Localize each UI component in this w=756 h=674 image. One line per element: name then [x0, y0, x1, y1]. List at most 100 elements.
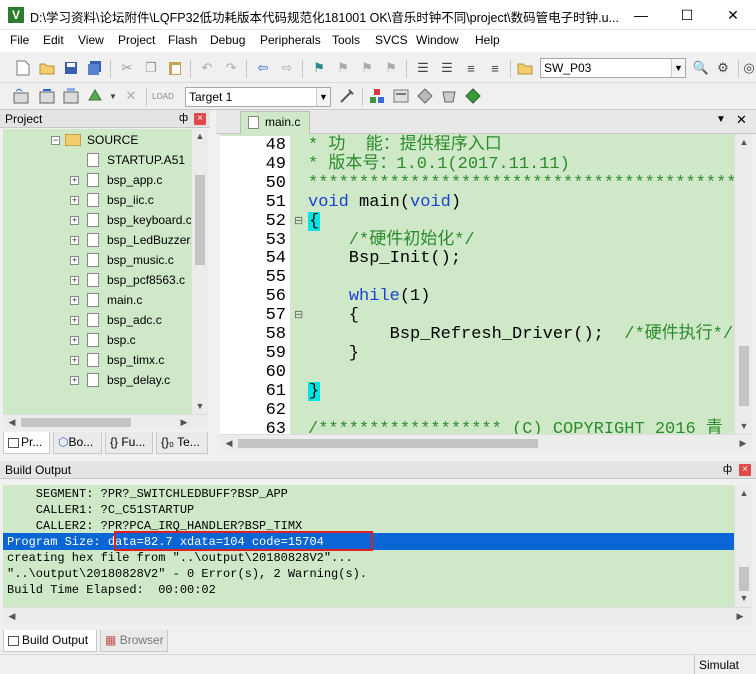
- tree-file-item[interactable]: + main.c: [3, 290, 203, 310]
- tab-project[interactable]: Pr...: [3, 432, 50, 454]
- collapse-icon[interactable]: −: [51, 136, 60, 145]
- scroll-thumb[interactable]: [21, 418, 131, 427]
- menu-debug[interactable]: Debug: [210, 33, 245, 47]
- tree-file-item[interactable]: + bsp_music.c: [3, 250, 203, 270]
- build-output-text[interactable]: SEGMENT: ?PR?_SWITCHLEDBUFF?BSP_APP CALL…: [3, 485, 734, 607]
- build-icon[interactable]: [38, 87, 56, 105]
- scroll-left-icon[interactable]: ◀: [222, 438, 236, 449]
- scroll-right-icon[interactable]: ▶: [736, 438, 750, 449]
- scroll-up-icon[interactable]: ▲: [737, 488, 751, 498]
- close-panel-button[interactable]: ×: [739, 464, 751, 476]
- comment-icon[interactable]: ≡: [462, 59, 480, 77]
- rebuild-icon[interactable]: [62, 87, 80, 105]
- find-icon[interactable]: 🔍: [692, 59, 710, 77]
- stop-build-icon[interactable]: ✕: [122, 87, 140, 105]
- undo-icon[interactable]: ↶: [198, 59, 216, 77]
- file-extensions-icon[interactable]: [392, 87, 410, 105]
- scroll-thumb[interactable]: [739, 567, 749, 591]
- editor-vertical-scrollbar[interactable]: ▲ ▼: [734, 134, 752, 434]
- incremental-find-icon[interactable]: ⚙: [714, 59, 732, 77]
- expand-icon[interactable]: +: [70, 316, 79, 325]
- tree-file-item[interactable]: + bsp_keyboard.c: [3, 210, 203, 230]
- save-icon[interactable]: [62, 59, 80, 77]
- tab-list-chevron-icon[interactable]: ▼: [716, 114, 726, 125]
- tab-browser[interactable]: ▦ Browser: [100, 630, 168, 652]
- scroll-down-icon[interactable]: ▼: [193, 401, 207, 411]
- tree-file-item[interactable]: + bsp_delay.c: [3, 370, 203, 390]
- tab-templates[interactable]: {}₀ Te...: [156, 432, 208, 454]
- new-file-icon[interactable]: [14, 59, 32, 77]
- expand-icon[interactable]: +: [70, 236, 79, 245]
- menu-file[interactable]: File: [10, 33, 29, 47]
- bookmark-icon[interactable]: ⚑: [310, 59, 328, 77]
- target-combo[interactable]: Target 1 ▼: [185, 87, 331, 107]
- fold-icon[interactable]: ⊟: [294, 308, 303, 321]
- next-bookmark-icon[interactable]: ⚑: [358, 59, 376, 77]
- chevron-down-icon[interactable]: ▼: [671, 59, 685, 77]
- translate-icon[interactable]: [12, 87, 30, 105]
- find-combo[interactable]: SW_P03 ▼: [540, 58, 686, 78]
- expand-icon[interactable]: +: [70, 296, 79, 305]
- tree-file-item[interactable]: + bsp_iic.c: [3, 190, 203, 210]
- output-horizontal-scrollbar[interactable]: ◀ ▶: [3, 607, 752, 625]
- chevron-down-icon[interactable]: ▼: [104, 87, 122, 105]
- menu-svcs[interactable]: SVCS: [375, 33, 408, 47]
- maximize-button[interactable]: ☐: [664, 0, 710, 30]
- scroll-left-icon[interactable]: ◀: [5, 611, 19, 622]
- close-editor-icon[interactable]: ✕: [736, 112, 747, 128]
- scroll-right-icon[interactable]: ▶: [177, 417, 191, 428]
- tree-file-item[interactable]: + bsp_LedBuzzer.c: [3, 230, 203, 250]
- pin-icon[interactable]: ф: [723, 463, 732, 475]
- more-tools-icon[interactable]: ◎: [742, 59, 756, 77]
- close-button[interactable]: ✕: [710, 0, 756, 30]
- scroll-thumb[interactable]: [739, 346, 749, 406]
- open-folder-icon[interactable]: [38, 59, 56, 77]
- pack-installer-icon[interactable]: [440, 87, 458, 105]
- code-editor[interactable]: 48 * 功 能：提供程序入口 49 * 版本号：1.0.1(2017.11.11) 5…: [220, 134, 734, 434]
- scroll-thumb[interactable]: [238, 439, 538, 448]
- output-vertical-scrollbar[interactable]: ▲ ▼: [734, 485, 752, 607]
- tree-file-item[interactable]: STARTUP.A51: [3, 150, 203, 170]
- expand-icon[interactable]: +: [70, 276, 79, 285]
- chevron-down-icon[interactable]: ▼: [316, 88, 330, 106]
- download-icon[interactable]: LOAD: [152, 87, 174, 105]
- scroll-down-icon[interactable]: ▼: [737, 421, 751, 431]
- menu-project[interactable]: Project: [118, 33, 155, 47]
- expand-icon[interactable]: +: [70, 356, 79, 365]
- tab-books[interactable]: ⬡Bo...: [53, 432, 102, 454]
- minimize-button[interactable]: —: [618, 0, 664, 30]
- fold-icon[interactable]: ⊟: [294, 214, 303, 227]
- tree-file-item[interactable]: + bsp_timx.c: [3, 350, 203, 370]
- select-packs-icon[interactable]: [416, 87, 434, 105]
- navigate-back-icon[interactable]: ⇦: [254, 59, 272, 77]
- paste-icon[interactable]: [166, 59, 184, 77]
- expand-icon[interactable]: +: [70, 176, 79, 185]
- clear-bookmarks-icon[interactable]: ⚑: [382, 59, 400, 77]
- prev-bookmark-icon[interactable]: ⚑: [334, 59, 352, 77]
- tree-file-item[interactable]: + bsp_adc.c: [3, 310, 203, 330]
- scroll-right-icon[interactable]: ▶: [733, 611, 747, 622]
- project-horizontal-scrollbar[interactable]: ◀ ▶: [3, 414, 208, 430]
- expand-icon[interactable]: +: [70, 196, 79, 205]
- menu-help[interactable]: Help: [475, 33, 500, 47]
- tree-file-item[interactable]: + bsp.c: [3, 330, 203, 350]
- scroll-left-icon[interactable]: ◀: [5, 417, 19, 428]
- project-vertical-scrollbar[interactable]: ▲ ▼: [191, 129, 208, 414]
- copy-icon[interactable]: ❐: [142, 59, 160, 77]
- unindent-icon[interactable]: ☰: [438, 59, 456, 77]
- menu-tools[interactable]: Tools: [332, 33, 360, 47]
- batch-build-icon[interactable]: [86, 87, 104, 105]
- menu-flash[interactable]: Flash: [168, 33, 197, 47]
- redo-icon[interactable]: ↷: [222, 59, 240, 77]
- tab-build-output[interactable]: Build Output: [3, 630, 97, 652]
- target-options-icon[interactable]: [338, 87, 356, 105]
- menu-window[interactable]: Window: [416, 33, 459, 47]
- expand-icon[interactable]: +: [70, 376, 79, 385]
- find-in-files-icon[interactable]: [516, 59, 534, 77]
- tree-file-item[interactable]: + bsp_pcf8563.c: [3, 270, 203, 290]
- editor-horizontal-scrollbar[interactable]: ◀ ▶: [220, 434, 752, 452]
- menu-edit[interactable]: Edit: [43, 33, 64, 47]
- scroll-thumb[interactable]: [195, 175, 205, 265]
- menu-view[interactable]: View: [78, 33, 104, 47]
- menu-peripherals[interactable]: Peripherals: [260, 33, 321, 47]
